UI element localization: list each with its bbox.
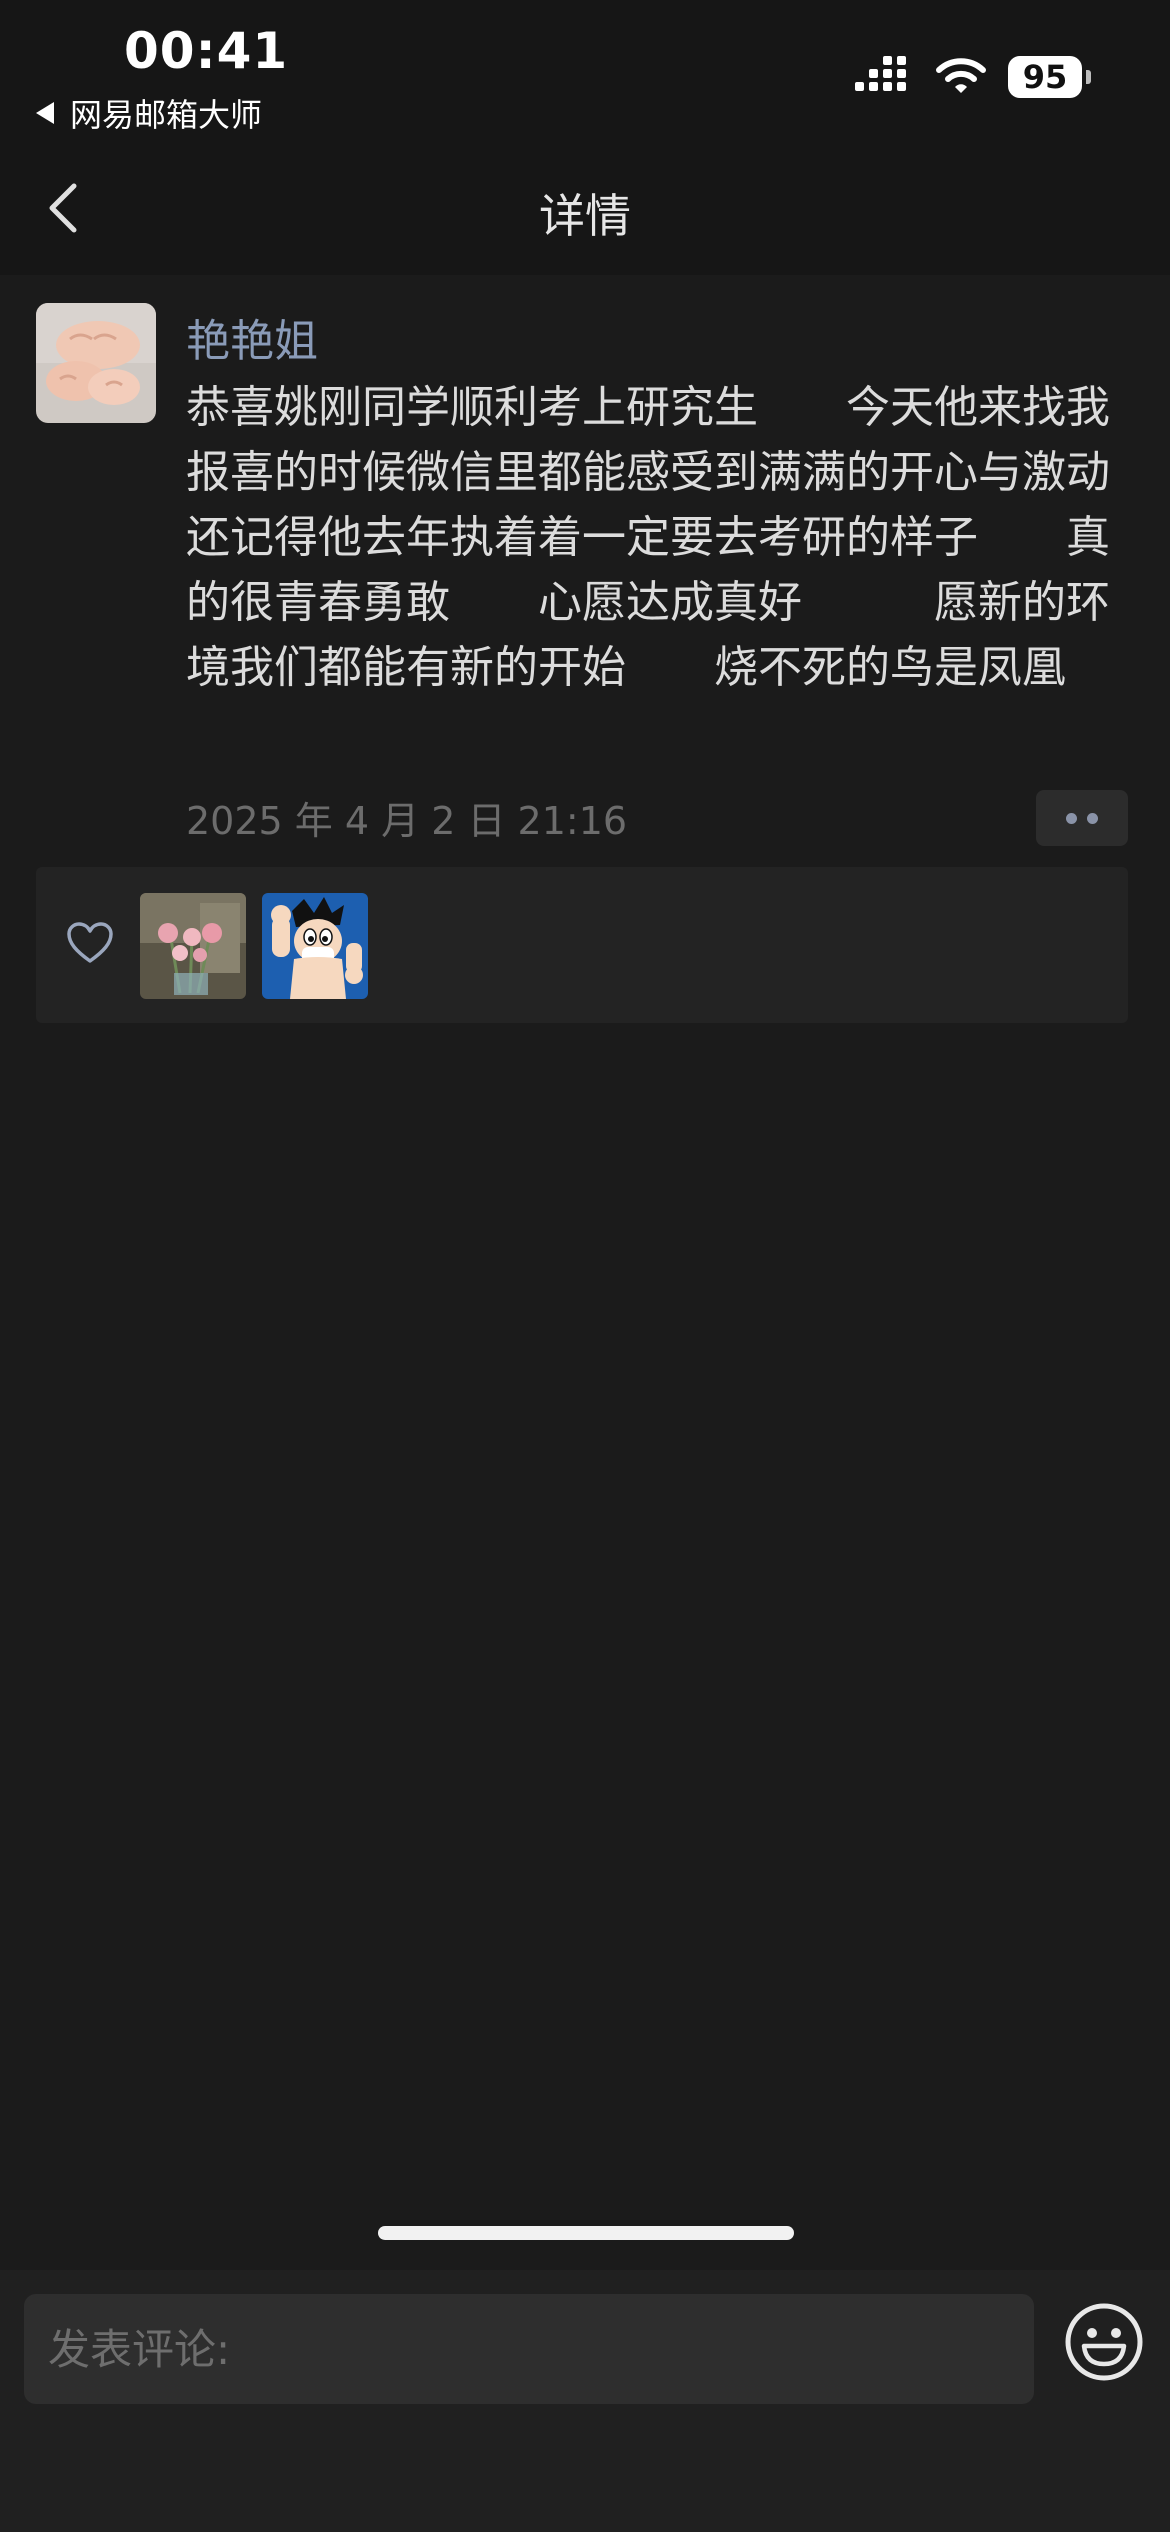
status-time: 00:41 bbox=[124, 22, 289, 80]
post-detail: 艳艳姐 恭喜姚刚同学顺利考上研究生 今天他来找我报喜的时候微信里都能感受到满满的… bbox=[0, 275, 1170, 2270]
more-options-button[interactable] bbox=[1036, 790, 1128, 846]
back-triangle-icon bbox=[36, 102, 54, 124]
comment-bar bbox=[0, 2270, 1170, 2532]
battery-level: 95 bbox=[1008, 56, 1082, 98]
smiley-icon[interactable] bbox=[1064, 2302, 1144, 2382]
author-avatar[interactable] bbox=[36, 303, 156, 423]
heart-icon bbox=[67, 922, 113, 963]
likes-panel bbox=[36, 867, 1128, 1023]
battery-icon: 95 bbox=[1008, 56, 1092, 98]
comment-input[interactable] bbox=[24, 2294, 1034, 2404]
post-timestamp: 2025 年 4 月 2 日 21:16 bbox=[186, 799, 628, 843]
post-text: 恭喜姚刚同学顺利考上研究生 今天他来找我报喜的时候微信里都能感受到满满的开心与激… bbox=[186, 382, 1110, 693]
nav-bar: 详情 bbox=[0, 140, 1170, 275]
status-bar: 00:41 网易邮箱大师 95 bbox=[0, 0, 1170, 140]
liker-avatar-astro-boy[interactable] bbox=[262, 893, 368, 999]
page-title: 详情 bbox=[539, 189, 631, 243]
home-indicator[interactable] bbox=[378, 2226, 794, 2240]
liker-avatar-flowers[interactable] bbox=[140, 893, 246, 999]
cellular-signal-icon bbox=[855, 56, 906, 91]
ellipsis-icon bbox=[1066, 812, 1077, 824]
back-app-label: 网易邮箱大师 bbox=[70, 96, 263, 134]
wifi-icon bbox=[936, 58, 986, 93]
back-to-app-link[interactable]: 网易邮箱大师 bbox=[36, 90, 262, 136]
author-name[interactable]: 艳艳姐 bbox=[186, 305, 318, 369]
